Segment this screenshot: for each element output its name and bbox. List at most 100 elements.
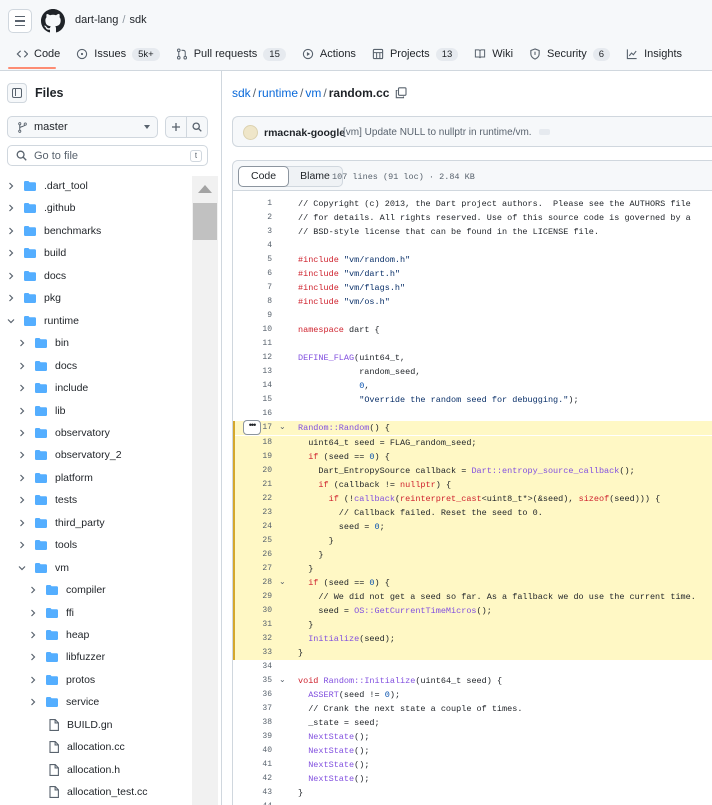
scrollbar-thumb[interactable] — [193, 203, 217, 240]
commit-message[interactable]: [vm] Update NULL to nullptr in runtime/v… — [343, 127, 532, 138]
tree-folder-item[interactable]: include — [18, 377, 88, 399]
sidebar-scrollbar[interactable] — [192, 176, 218, 805]
line-number[interactable]: 19 — [233, 450, 272, 464]
line-number[interactable]: 11 — [233, 337, 272, 351]
line-number[interactable]: 31 — [233, 618, 272, 632]
tab-issues[interactable]: Issues 5k+ — [68, 43, 167, 65]
tree-folder-item[interactable]: runtime — [7, 310, 79, 332]
collapse-sidebar-button[interactable] — [7, 83, 27, 103]
line-number[interactable]: 25 — [233, 534, 272, 548]
line-number[interactable]: 39 — [233, 730, 272, 744]
go-to-file-input[interactable]: Go to file t — [7, 145, 208, 166]
line-number[interactable]: 41 — [233, 758, 272, 772]
line-number[interactable]: 26 — [233, 548, 272, 562]
tree-folder-item[interactable]: tests — [18, 489, 77, 511]
tab-code[interactable]: Code — [8, 43, 68, 65]
ellipsis-icon[interactable] — [539, 129, 550, 135]
tab-security[interactable]: Security 6 — [521, 43, 618, 65]
path-segment[interactable]: runtime — [258, 86, 298, 100]
line-number[interactable]: 22 — [233, 492, 272, 506]
line-number[interactable]: 28 — [233, 576, 272, 590]
line-number[interactable]: 40 — [233, 744, 272, 758]
tree-folder-item[interactable]: libfuzzer — [29, 646, 105, 668]
tree-folder-item[interactable]: observatory — [18, 422, 110, 444]
tree-folder-item[interactable]: heap — [29, 624, 89, 646]
line-number[interactable]: 30 — [233, 604, 272, 618]
owner-link[interactable]: dart-lang — [75, 14, 118, 26]
line-number[interactable]: 1 — [233, 197, 272, 211]
tree-folder-item[interactable]: docs — [18, 355, 77, 377]
line-number[interactable]: 35 — [233, 674, 272, 688]
tab-code[interactable]: Code — [238, 166, 290, 187]
repo-link[interactable]: sdk — [129, 14, 146, 26]
line-number[interactable]: 13 — [233, 365, 272, 379]
line-number[interactable]: 2 — [233, 211, 272, 225]
line-actions-button[interactable]: ••• — [243, 420, 261, 435]
line-number[interactable]: 5 — [233, 253, 272, 267]
tree-folder-item[interactable]: protos — [29, 669, 95, 691]
line-number[interactable]: 32 — [233, 632, 272, 646]
line-number[interactable]: 43 — [233, 786, 272, 800]
line-number[interactable]: 33 — [233, 646, 272, 660]
tree-folder-item[interactable]: platform — [18, 467, 93, 489]
line-number[interactable]: 8 — [233, 295, 272, 309]
tree-folder-item[interactable]: docs — [7, 265, 66, 287]
tree-folder-item[interactable]: .dart_tool — [7, 175, 88, 197]
line-number[interactable]: 34 — [233, 660, 272, 674]
tree-folder-item[interactable]: service — [29, 691, 99, 713]
tree-folder-item[interactable]: benchmarks — [7, 220, 101, 242]
line-number[interactable]: 36 — [233, 688, 272, 702]
line-number[interactable]: 18 — [233, 436, 272, 450]
tree-folder-item[interactable]: ffi — [29, 602, 74, 624]
line-number[interactable]: 27 — [233, 562, 272, 576]
commit-author[interactable]: rmacnak-google — [264, 127, 345, 139]
github-logo-icon[interactable] — [41, 9, 65, 33]
tree-file-item[interactable]: BUILD.gn — [29, 714, 113, 736]
path-segment[interactable]: vm — [305, 86, 321, 100]
line-number[interactable]: 3 — [233, 225, 272, 239]
scroll-up-arrow-icon[interactable] — [198, 185, 212, 193]
line-number[interactable]: 12 — [233, 351, 272, 365]
line-number[interactable]: 6 — [233, 267, 272, 281]
line-number[interactable]: 24 — [233, 520, 272, 534]
tree-file-item[interactable]: allocation.cc — [29, 736, 125, 758]
tree-folder-item[interactable]: observatory_2 — [18, 444, 122, 466]
line-number[interactable]: 9 — [233, 309, 272, 323]
line-number[interactable]: 29 — [233, 590, 272, 604]
line-number[interactable]: 42 — [233, 772, 272, 786]
tree-folder-item[interactable]: tools — [18, 534, 77, 556]
line-number[interactable]: 21 — [233, 478, 272, 492]
line-number[interactable]: 10 — [233, 323, 272, 337]
tab-projects[interactable]: Projects 13 — [364, 43, 466, 65]
tree-folder-item[interactable]: bin — [18, 332, 69, 354]
chevron-down-icon[interactable]: ⌄ — [279, 576, 286, 590]
tree-folder-item[interactable]: .github — [7, 197, 76, 219]
copy-path-icon[interactable] — [395, 87, 407, 99]
line-number[interactable]: 37 — [233, 702, 272, 716]
line-number[interactable]: 4 — [233, 239, 272, 253]
tree-folder-item[interactable]: vm — [18, 557, 69, 579]
chevron-down-icon[interactable]: ⌄ — [279, 674, 286, 688]
line-number[interactable]: 44 — [233, 800, 272, 805]
path-segment[interactable]: sdk — [232, 86, 251, 100]
tree-folder-item[interactable]: lib — [18, 400, 66, 422]
tree-file-item[interactable]: allocation_test.cc — [29, 781, 148, 803]
tab-wiki[interactable]: Wiki — [466, 43, 521, 65]
tab-insights[interactable]: Insights — [618, 43, 690, 65]
avatar[interactable] — [243, 125, 258, 140]
line-number[interactable]: 14 — [233, 379, 272, 393]
line-number[interactable]: 23 — [233, 506, 272, 520]
tree-folder-item[interactable]: compiler — [29, 579, 106, 601]
tree-folder-item[interactable]: third_party — [18, 512, 105, 534]
add-file-button[interactable] — [165, 116, 187, 138]
tree-folder-item[interactable]: pkg — [7, 287, 61, 309]
hamburger-menu-button[interactable] — [8, 9, 32, 33]
tree-folder-item[interactable]: build — [7, 242, 66, 264]
line-number[interactable]: 7 — [233, 281, 272, 295]
branch-selector[interactable]: master — [7, 116, 158, 138]
line-number[interactable]: 20 — [233, 464, 272, 478]
line-number[interactable]: 15 — [233, 393, 272, 407]
tab-pull-requests[interactable]: Pull requests 15 — [168, 43, 294, 65]
tree-file-item[interactable]: allocation.h — [29, 759, 120, 781]
tab-actions[interactable]: Actions — [294, 43, 364, 65]
